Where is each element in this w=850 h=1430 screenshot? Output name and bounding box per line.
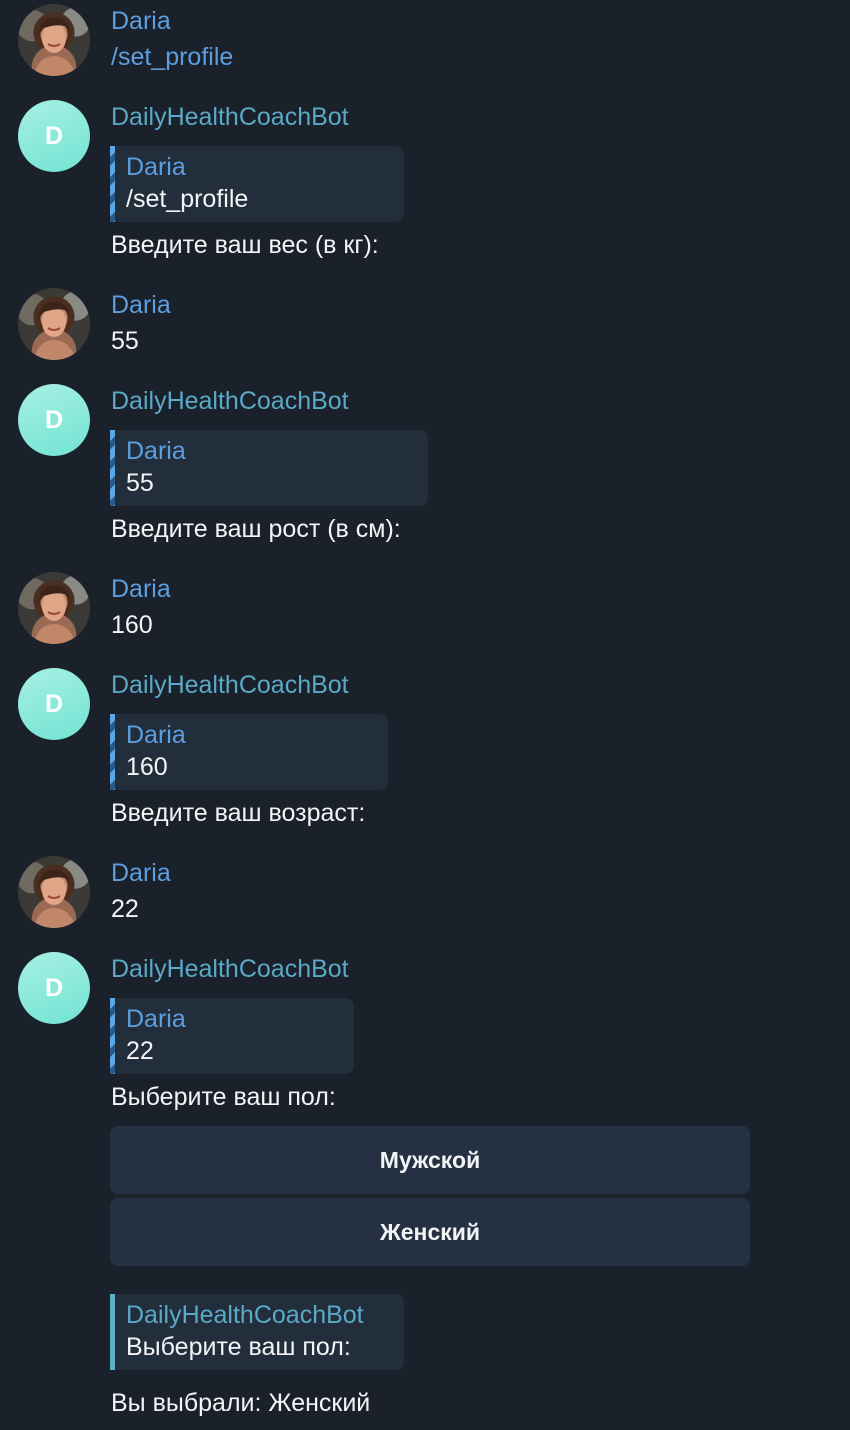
user-avatar[interactable] <box>18 856 90 928</box>
reply-name: DailyHealthCoachBot <box>126 1301 364 1329</box>
sender-name[interactable]: DailyHealthCoachBot <box>111 954 349 984</box>
reply-name: Daria <box>126 1005 186 1033</box>
message-text: 22 <box>111 895 139 923</box>
reply-text: 160 <box>126 753 168 781</box>
reply-quote[interactable]: Daria /set_profile <box>110 146 404 222</box>
reply-name: Daria <box>126 437 186 465</box>
reply-quote[interactable]: Daria 55 <box>110 430 428 506</box>
reply-text: 22 <box>126 1037 154 1065</box>
reply-quote[interactable]: Daria 22 <box>110 998 354 1074</box>
reply-text: 55 <box>126 469 154 497</box>
bot-avatar[interactable]: D <box>18 952 90 1024</box>
chat-history: Daria /set_profile D DailyHealthCoachBot… <box>0 0 850 1430</box>
message-text: 160 <box>111 611 153 639</box>
reply-bar <box>110 1294 115 1370</box>
female-button[interactable]: Женский <box>110 1198 750 1266</box>
reply-quote[interactable]: DailyHealthCoachBot Выберите ваш пол: <box>110 1294 404 1370</box>
bot-avatar[interactable]: D <box>18 384 90 456</box>
reply-bar <box>110 430 115 506</box>
reply-bar <box>110 714 115 790</box>
sender-name[interactable]: Daria <box>111 290 171 320</box>
message-text: Введите ваш вес (в кг): <box>111 231 379 259</box>
bot-avatar-letter: D <box>44 405 64 434</box>
reply-quote[interactable]: Daria 160 <box>110 714 388 790</box>
message-text: Выберите ваш пол: <box>111 1083 336 1111</box>
message-text: Введите ваш возраст: <box>111 799 366 827</box>
reply-bar <box>110 146 115 222</box>
command-link[interactable]: /set_profile <box>111 42 233 72</box>
message-text: 55 <box>111 327 139 355</box>
sender-name[interactable]: Daria <box>111 858 171 888</box>
sender-name[interactable]: DailyHealthCoachBot <box>111 670 349 700</box>
reply-bar <box>110 998 115 1074</box>
bot-avatar-letter: D <box>44 973 64 1002</box>
sender-name[interactable]: DailyHealthCoachBot <box>111 386 349 416</box>
user-avatar[interactable] <box>18 572 90 644</box>
bot-avatar-letter: D <box>44 689 64 718</box>
bot-avatar[interactable]: D <box>18 668 90 740</box>
sender-name[interactable]: Daria <box>111 574 171 604</box>
message-text: Вы выбрали: Женский <box>111 1389 371 1417</box>
reply-name: Daria <box>126 721 186 749</box>
bot-avatar-letter: D <box>44 121 64 150</box>
message-text: Введите ваш рост (в см): <box>111 515 401 543</box>
user-avatar[interactable] <box>18 288 90 360</box>
user-avatar[interactable] <box>18 4 90 76</box>
sender-name[interactable]: DailyHealthCoachBot <box>111 102 349 132</box>
reply-name: Daria <box>126 153 186 181</box>
bot-avatar[interactable]: D <box>18 100 90 172</box>
male-button[interactable]: Мужской <box>110 1126 750 1194</box>
sender-name[interactable]: Daria <box>111 6 171 36</box>
reply-text: /set_profile <box>126 185 249 213</box>
reply-text: Выберите ваш пол: <box>126 1333 351 1361</box>
